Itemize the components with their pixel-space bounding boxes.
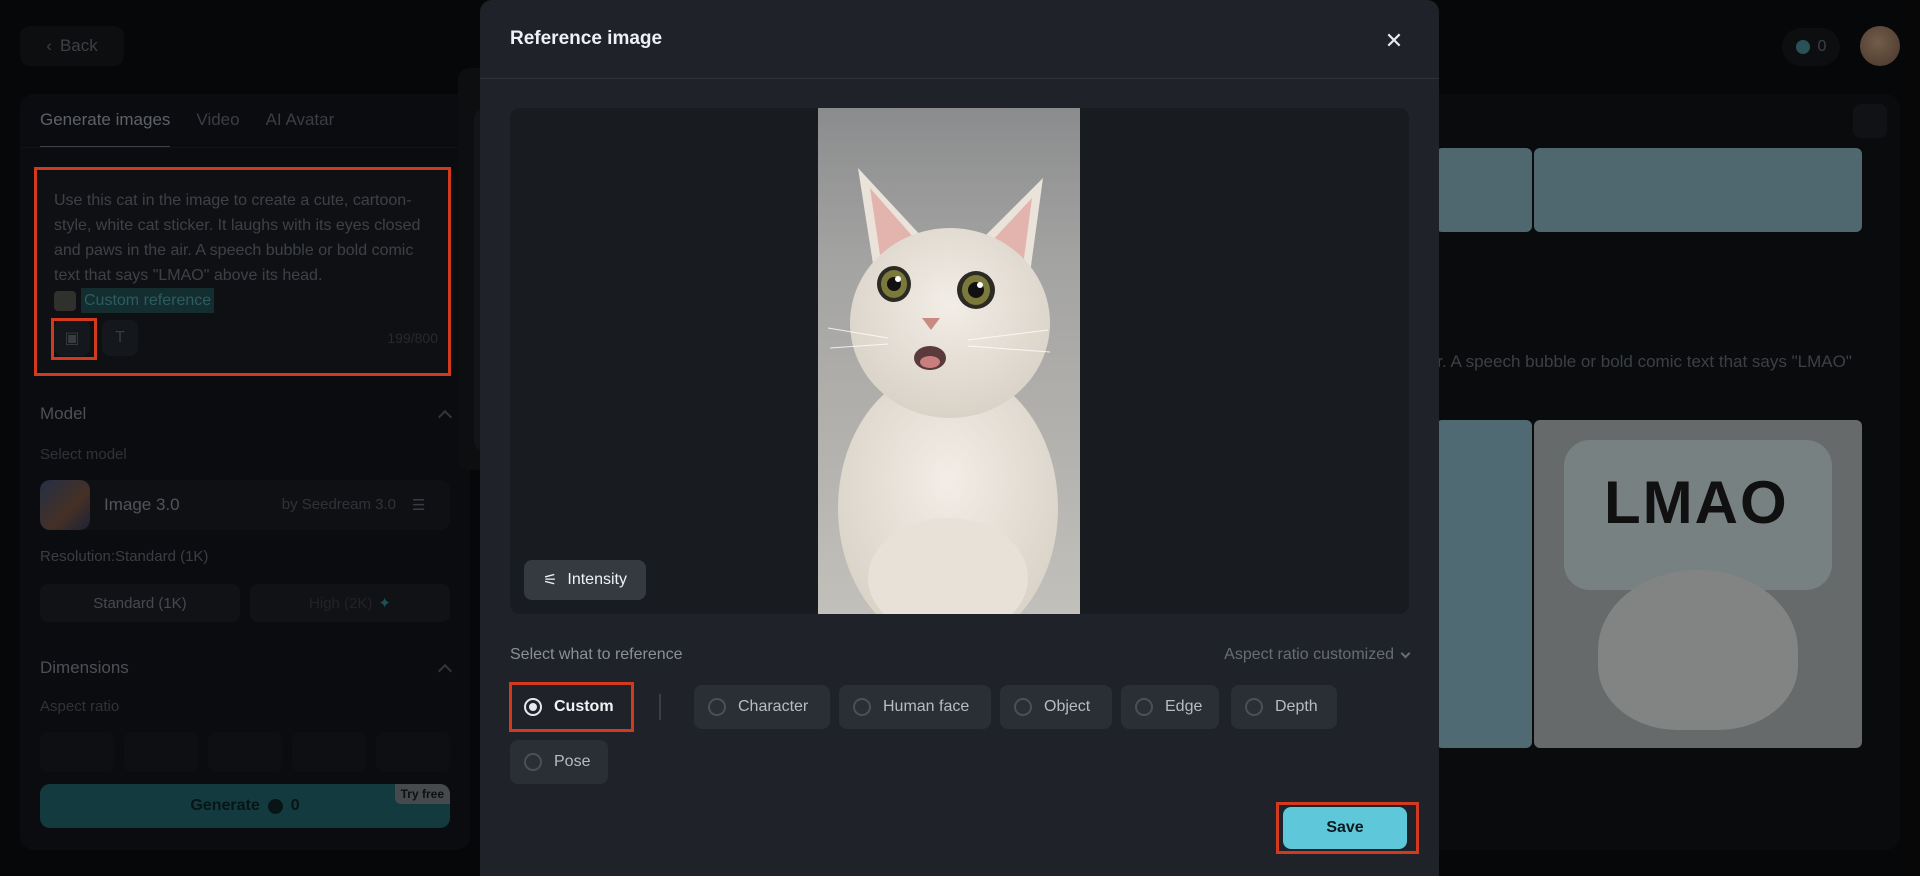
modal-header-divider <box>480 78 1439 79</box>
option-label: Depth <box>1275 698 1318 715</box>
radio-icon <box>1245 698 1263 716</box>
radio-icon <box>1135 698 1153 716</box>
reference-image-modal: Reference image ✕ ⚟ Intensity Select wha… <box>480 0 1439 876</box>
reference-preview: ⚟ Intensity <box>510 108 1409 614</box>
aspect-ratio-value: Aspect ratio customized <box>1224 646 1394 663</box>
reference-cat-photo <box>818 108 1080 614</box>
option-label: Character <box>738 698 809 715</box>
highlight-custom-option <box>509 682 634 732</box>
option-label: Pose <box>554 753 591 770</box>
reference-option-human-face[interactable]: Human face <box>839 685 991 729</box>
intensity-label: Intensity <box>567 571 627 588</box>
modal-title: Reference image <box>510 28 663 49</box>
option-label: Edge <box>1165 698 1203 715</box>
radio-icon <box>853 698 871 716</box>
radio-icon <box>524 753 542 771</box>
options-divider <box>659 694 661 720</box>
select-reference-label: Select what to reference <box>510 646 683 663</box>
chevron-down-icon <box>1400 648 1411 658</box>
sliders-icon: ⚟ <box>543 572 558 589</box>
reference-option-depth[interactable]: Depth <box>1231 685 1337 729</box>
option-label: Human face <box>883 698 970 715</box>
reference-option-pose[interactable]: Pose <box>510 740 608 784</box>
highlight-save-button <box>1276 802 1419 854</box>
option-label: Object <box>1044 698 1091 715</box>
intensity-button[interactable]: ⚟ Intensity <box>524 560 646 600</box>
highlight-image-button <box>51 318 97 360</box>
radio-icon <box>1014 698 1032 716</box>
reference-option-character[interactable]: Character <box>694 685 830 729</box>
reference-option-edge[interactable]: Edge <box>1121 685 1219 729</box>
aspect-ratio-dropdown[interactable]: Aspect ratio customized <box>1224 646 1411 664</box>
cat-illustration <box>827 168 1058 614</box>
radio-icon <box>708 698 726 716</box>
reference-option-object[interactable]: Object <box>1000 685 1112 729</box>
close-icon[interactable]: ✕ <box>1379 26 1409 56</box>
